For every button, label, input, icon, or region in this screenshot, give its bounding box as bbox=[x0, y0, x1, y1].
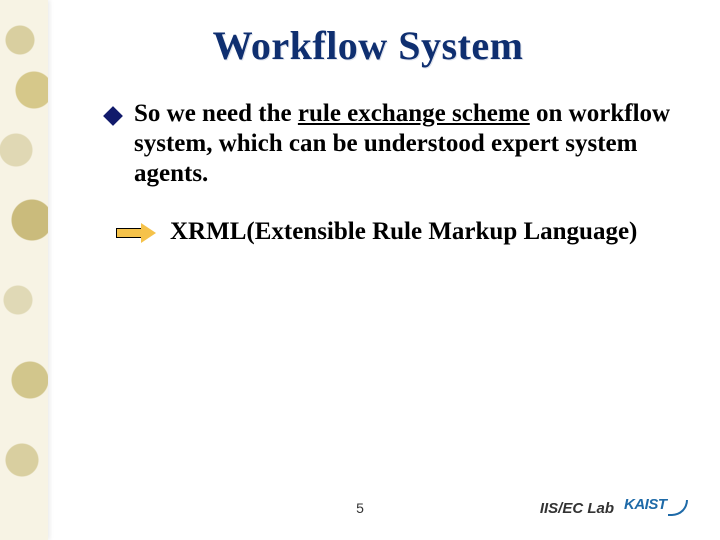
arrow-item: XRML(Extensible Rule Markup Language) bbox=[116, 217, 672, 247]
page-number: 5 bbox=[356, 500, 364, 516]
diamond-bullet-icon bbox=[103, 106, 123, 126]
footer: 5 IIS/EC Lab KAIST bbox=[0, 494, 720, 522]
logo-text: KAIST bbox=[624, 496, 667, 513]
content-area: So we need the rule exchange scheme on w… bbox=[106, 99, 672, 247]
slide-page: Workflow System So we need the rule exch… bbox=[0, 0, 720, 540]
logo-swoosh-icon bbox=[668, 500, 688, 516]
bullet-text-underlined: rule exchange scheme bbox=[298, 100, 530, 127]
arrow-text: XRML(Extensible Rule Markup Language) bbox=[170, 217, 637, 247]
arrow-right-icon bbox=[116, 223, 156, 243]
bullet-item: So we need the rule exchange scheme on w… bbox=[106, 99, 672, 189]
lab-label: IIS/EC Lab bbox=[540, 500, 614, 517]
bullet-text: So we need the rule exchange scheme on w… bbox=[134, 99, 672, 189]
page-title: Workflow System bbox=[64, 22, 672, 69]
bullet-text-pre: So we need the bbox=[134, 100, 298, 127]
kaist-logo: KAIST bbox=[624, 496, 688, 516]
